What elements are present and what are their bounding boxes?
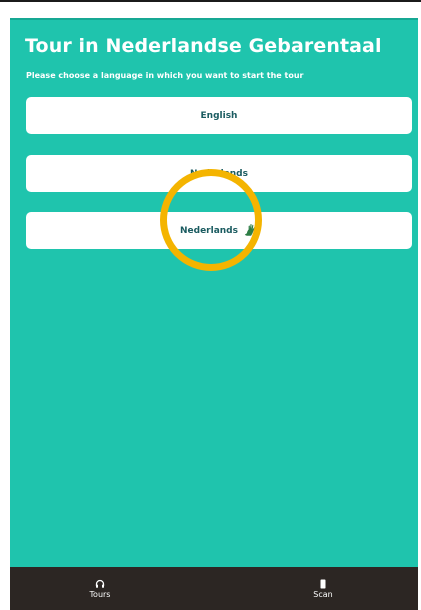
language-button-english[interactable]: English: [26, 97, 412, 134]
headphones-icon: [95, 579, 105, 589]
nav-item-tours[interactable]: Tours: [70, 569, 130, 609]
language-button-label: English: [200, 110, 238, 121]
bottom-navigation: Tours Scan: [10, 567, 418, 610]
phone-icon: [318, 579, 328, 589]
page-subtitle: Please choose a language in which you wa…: [26, 71, 304, 80]
language-button-sign-language[interactable]: Nederlands: [26, 212, 412, 249]
nav-item-scan[interactable]: Scan: [293, 569, 353, 609]
app-window: Tour in Nederlandse Gebarentaal Please c…: [10, 18, 418, 610]
sign-language-icon: [243, 222, 258, 237]
screen: Tour in Nederlandse Gebarentaal Please c…: [0, 0, 421, 610]
top-border: [0, 0, 421, 2]
language-button-label: Nederlands: [190, 168, 248, 179]
nav-item-label: Tours: [89, 590, 111, 599]
language-button-nederlands[interactable]: Nederlands: [26, 155, 412, 192]
nav-item-label: Scan: [313, 590, 333, 599]
page-title: Tour in Nederlandse Gebarentaal: [25, 35, 382, 57]
language-button-label: Nederlands: [180, 225, 238, 236]
